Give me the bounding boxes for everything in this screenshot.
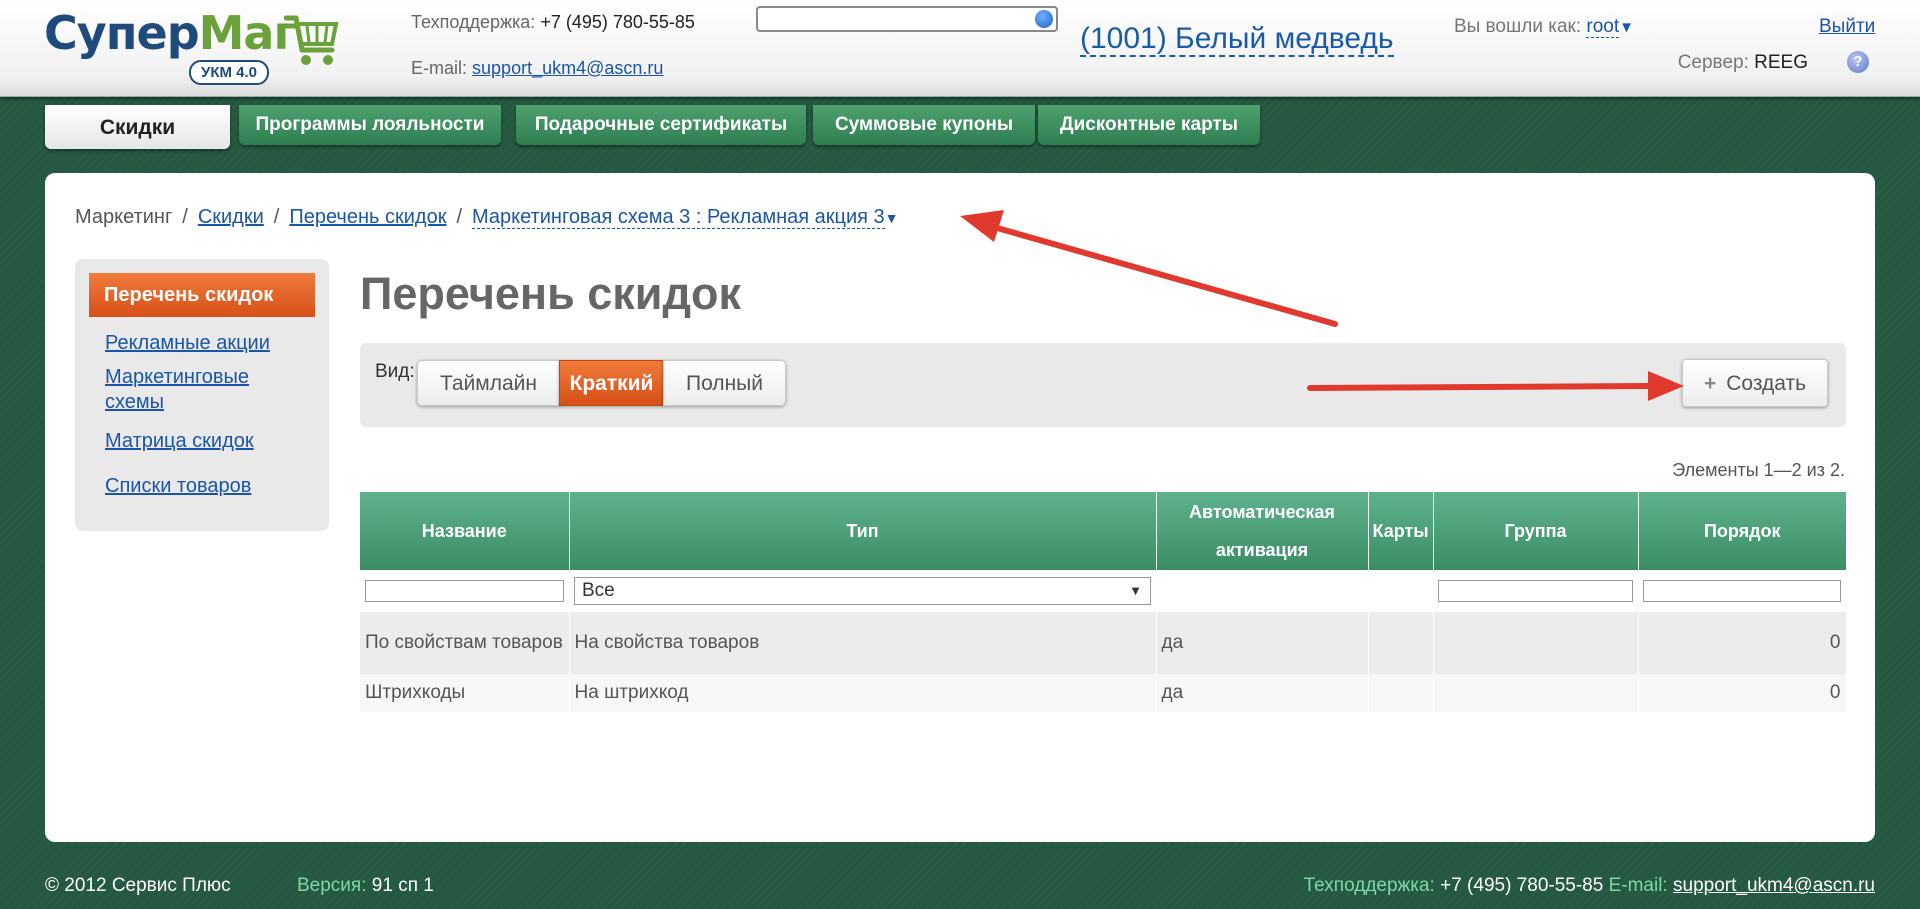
cell-group [1433, 674, 1639, 712]
logo-text: СуперМаг [44, 6, 298, 60]
discounts-table: Название Тип Автоматическая активация Ка… [360, 492, 1847, 712]
breadcrumb-discount-list[interactable]: Перечень скидок [289, 206, 446, 228]
breadcrumb-marketing: Маркетинг [75, 206, 173, 228]
view-brief-button[interactable]: Краткий [559, 360, 664, 406]
filter-row: Все ▼ [360, 570, 1846, 612]
breadcrumb-scheme-dropdown[interactable]: Маркетинговая схема 3 : Рекламная акция … [472, 206, 885, 229]
supermag-logo[interactable]: СуперМаг УКМ 4.0 [44, 8, 349, 88]
type-filter-select[interactable]: Все ▼ [574, 577, 1151, 605]
cell-auto-activation: да [1156, 674, 1369, 712]
sidebar-item-discount-list[interactable]: Перечень скидок [89, 273, 315, 317]
header-support: Техподдержка: +7 (495) 780-55-85 [411, 12, 695, 32]
breadcrumb-separator: / [182, 206, 188, 228]
tab-loyalty-programs[interactable]: Программы лояльности [239, 105, 501, 145]
create-button[interactable]: + Создать [1682, 359, 1828, 407]
footer-version: Версия: 91 сп 1 [297, 875, 434, 896]
caret-down-icon[interactable]: ▼ [885, 210, 899, 226]
column-header-cards[interactable]: Карты [1368, 492, 1434, 570]
column-header-name[interactable]: Название [360, 492, 570, 570]
tab-gift-certificates[interactable]: Подарочные сертификаты [516, 105, 806, 145]
sidebar: Перечень скидок Рекламные акции Маркетин… [75, 259, 329, 531]
sidebar-item-product-lists[interactable]: Списки товаров [105, 474, 251, 499]
column-header-group[interactable]: Группа [1433, 492, 1639, 570]
search-input[interactable] [756, 6, 1058, 32]
breadcrumb: Маркетинг / Скидки / Перечень скидок / Маркети… [75, 206, 899, 229]
cell-name: Штрихкоды [360, 674, 570, 712]
items-counter: Элементы 1—2 из 2. [1672, 460, 1845, 480]
cell-order: 0 [1638, 612, 1847, 674]
cell-order: 0 [1638, 674, 1847, 712]
breadcrumb-separator: / [273, 206, 280, 228]
chevron-down-icon[interactable]: ▼ [1619, 19, 1634, 36]
tab-discounts[interactable]: Скидки [45, 105, 230, 149]
column-header-type[interactable]: Тип [569, 492, 1157, 570]
column-header-order[interactable]: Порядок [1638, 492, 1846, 570]
order-filter-input[interactable] [1643, 580, 1841, 602]
page-title: Перечень скидок [360, 268, 742, 319]
plus-icon: + [1703, 372, 1717, 395]
view-toolbar: Вид: Таймлайн Краткий Полный + Создать [360, 343, 1846, 427]
sidebar-item-marketing-schemes[interactable]: Маркетинговые схемы [105, 365, 275, 415]
search-icon[interactable] [1035, 10, 1053, 28]
view-full-button[interactable]: Полный [663, 360, 786, 406]
footer-support: Техподдержка: +7 (495) 780-55-85 E-mail:… [1303, 875, 1875, 896]
footer-email-link[interactable]: support_ukm4@ascn.ru [1673, 875, 1875, 896]
user-menu[interactable]: root [1586, 16, 1620, 38]
cart-icon [284, 15, 339, 65]
tab-discount-cards[interactable]: Дисконтные карты [1038, 105, 1260, 145]
server-info: Сервер: REEG [1677, 52, 1808, 73]
header-email: E-mail: support_ukm4@ascn.ru [411, 58, 664, 78]
table-header-row: Название Тип Автоматическая активация Ка… [360, 492, 1846, 570]
sidebar-item-promotions[interactable]: Рекламные акции [105, 331, 270, 356]
breadcrumb-discounts[interactable]: Скидки [198, 206, 264, 228]
table-row[interactable]: Штрихкоды На штрихкод да 0 [360, 674, 1847, 712]
header-email-link[interactable]: support_ukm4@ascn.ru [472, 58, 663, 78]
breadcrumb-separator: / [456, 206, 463, 228]
footer-copyright: © 2012 Сервис Плюс [45, 875, 231, 896]
group-filter-input[interactable] [1438, 580, 1633, 602]
create-button-label: Создать [1726, 372, 1807, 395]
cell-group [1433, 612, 1639, 674]
column-header-auto-activation[interactable]: Автоматическая активация [1156, 492, 1369, 570]
logo-badge: УКМ 4.0 [189, 60, 270, 85]
table-row[interactable]: По свойствам товаров На свойства товаров… [360, 612, 1847, 674]
content-panel: Маркетинг / Скидки / Перечень скидок / Маркети… [45, 173, 1875, 842]
store-selector[interactable]: (1001) Белый медведь [1080, 22, 1394, 57]
view-label: Вид: [375, 361, 415, 382]
name-filter-input[interactable] [365, 580, 564, 602]
select-arrow-icon: ▼ [1129, 583, 1142, 598]
cell-cards [1368, 674, 1434, 712]
help-icon[interactable]: ? [1847, 51, 1869, 73]
logged-in-info: Вы вошли как: root▼ [1453, 16, 1634, 38]
tab-sum-coupons[interactable]: Суммовые купоны [813, 105, 1035, 145]
logout-link[interactable]: Выйти [1819, 16, 1875, 38]
cell-auto-activation: да [1156, 612, 1369, 674]
app-header: СуперМаг УКМ 4.0 Техподдержка: +7 (495) … [0, 0, 1920, 97]
cell-cards [1368, 612, 1434, 674]
sidebar-item-discount-matrix[interactable]: Матрица скидок [105, 429, 254, 454]
cell-type: На свойства товаров [569, 612, 1157, 674]
cell-type: На штрихкод [569, 674, 1157, 712]
cell-name: По свойствам товаров [360, 612, 570, 674]
view-timeline-button[interactable]: Таймлайн [417, 360, 560, 406]
